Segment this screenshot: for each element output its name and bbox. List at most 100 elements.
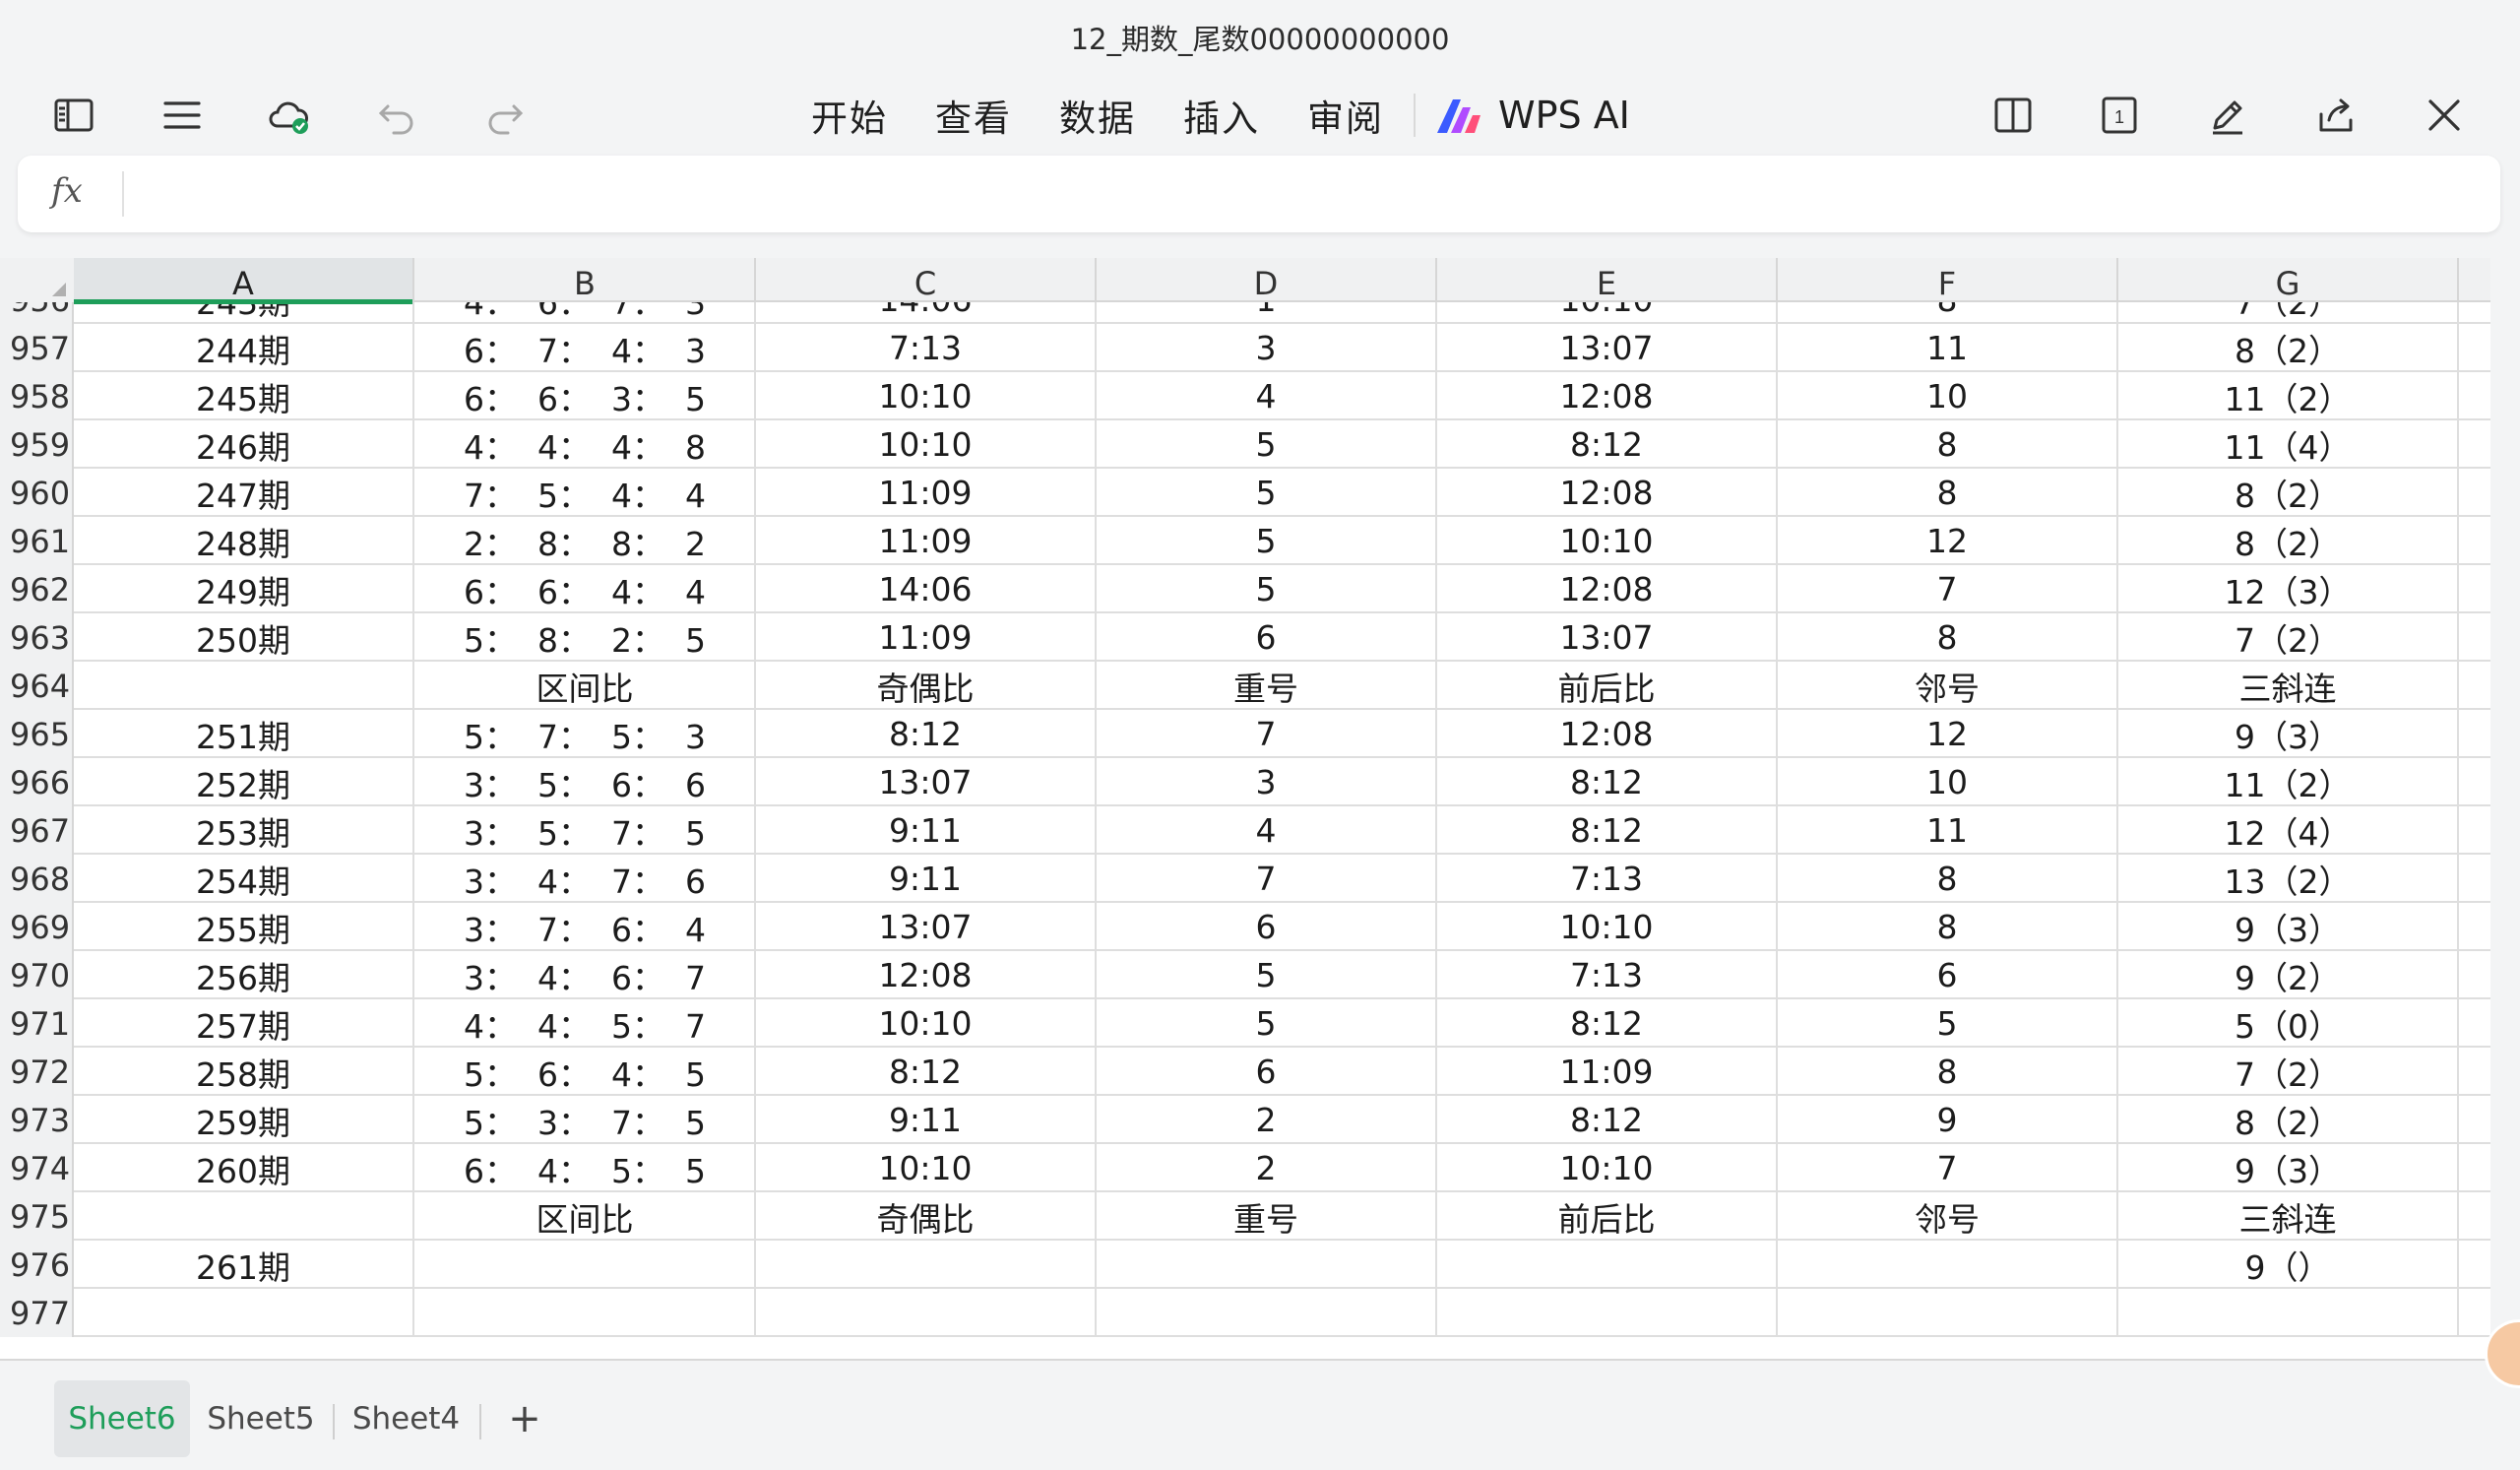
cell-g972[interactable]: 7（2） (2118, 1048, 2459, 1096)
cell-a966[interactable]: 252期 (74, 758, 414, 806)
cell-f957[interactable]: 11 (1778, 324, 2118, 372)
cell-d960[interactable]: 5 (1097, 469, 1437, 517)
cell-g968[interactable]: 13（2） (2118, 855, 2459, 903)
cell-e972[interactable]: 11:09 (1437, 1048, 1778, 1096)
cell-d971[interactable]: 5 (1097, 999, 1437, 1048)
cell-b976[interactable] (415, 1241, 756, 1289)
cell-a967[interactable]: 253期 (74, 806, 414, 855)
row-header[interactable]: 962 (0, 565, 74, 613)
cell-a963[interactable]: 250期 (74, 613, 414, 662)
cell-d977[interactable] (1097, 1289, 1437, 1337)
cell-d958[interactable]: 4 (1097, 372, 1437, 420)
row-header[interactable]: 973 (0, 1096, 74, 1144)
column-header-b[interactable]: B (415, 258, 756, 302)
cell-g964[interactable]: 三斜连 (2118, 662, 2459, 710)
row-header[interactable]: 975 (0, 1192, 74, 1241)
cell-g975[interactable]: 三斜连 (2118, 1192, 2459, 1241)
sheet-tab-sheet6[interactable]: Sheet6 (54, 1380, 190, 1457)
cell-c976[interactable] (756, 1241, 1097, 1289)
cell-c975[interactable]: 奇偶比 (756, 1192, 1097, 1241)
cell-e960[interactable]: 12:08 (1437, 469, 1778, 517)
cell-g977[interactable] (2118, 1289, 2459, 1337)
cell-b968[interactable]: 3： 4： 7： 6 (415, 855, 756, 903)
row-header[interactable]: 961 (0, 517, 74, 565)
cell-b967[interactable]: 3： 5： 7： 5 (415, 806, 756, 855)
cell-d975[interactable]: 重号 (1097, 1192, 1437, 1241)
column-header-g[interactable]: G (2118, 258, 2459, 302)
menu-review[interactable]: 审阅 (1307, 89, 1384, 142)
cell-a970[interactable]: 256期 (74, 951, 414, 999)
cell-e968[interactable]: 7:13 (1437, 855, 1778, 903)
split-view-icon[interactable] (1988, 91, 2038, 140)
select-all-corner[interactable] (0, 258, 74, 302)
cell-b959[interactable]: 4： 4： 4： 8 (415, 420, 756, 469)
cell-e965[interactable]: 12:08 (1437, 710, 1778, 758)
cell-a960[interactable]: 247期 (74, 469, 414, 517)
column-header-e[interactable]: E (1437, 258, 1778, 302)
cell-e966[interactable]: 8:12 (1437, 758, 1778, 806)
cell-a968[interactable]: 254期 (74, 855, 414, 903)
cell-g967[interactable]: 12（4） (2118, 806, 2459, 855)
cell-c974[interactable]: 10:10 (756, 1144, 1097, 1192)
row-header[interactable]: 960 (0, 469, 74, 517)
row-header[interactable]: 965 (0, 710, 74, 758)
cell-e963[interactable]: 13:07 (1437, 613, 1778, 662)
column-header-a[interactable]: A (74, 258, 414, 304)
cell-e975[interactable]: 前后比 (1437, 1192, 1778, 1241)
cell-f969[interactable]: 8 (1778, 903, 2118, 951)
cell-g976[interactable]: 9（） (2118, 1241, 2459, 1289)
cell-b960[interactable]: 7： 5： 4： 4 (415, 469, 756, 517)
column-header-f[interactable]: F (1778, 258, 2118, 302)
cell-g971[interactable]: 5（0） (2118, 999, 2459, 1048)
cell-b966[interactable]: 3： 5： 6： 6 (415, 758, 756, 806)
cell-f968[interactable]: 8 (1778, 855, 2118, 903)
cell-c968[interactable]: 9:11 (756, 855, 1097, 903)
cell-g970[interactable]: 9（2） (2118, 951, 2459, 999)
cell-e976[interactable] (1437, 1241, 1778, 1289)
cell-d957[interactable]: 3 (1097, 324, 1437, 372)
close-icon[interactable] (2420, 91, 2469, 140)
cell-a958[interactable]: 245期 (74, 372, 414, 420)
cell-d959[interactable]: 5 (1097, 420, 1437, 469)
cell-f967[interactable]: 11 (1778, 806, 2118, 855)
cell-a965[interactable]: 251期 (74, 710, 414, 758)
cell-g962[interactable]: 12（3） (2118, 565, 2459, 613)
cell-d961[interactable]: 5 (1097, 517, 1437, 565)
cell-b965[interactable]: 5： 7： 5： 3 (415, 710, 756, 758)
column-header-d[interactable]: D (1097, 258, 1437, 302)
cell-d969[interactable]: 6 (1097, 903, 1437, 951)
cell-e967[interactable]: 8:12 (1437, 806, 1778, 855)
menu-home[interactable]: 开始 (811, 89, 888, 142)
cell-g958[interactable]: 11（2） (2118, 372, 2459, 420)
cell-f965[interactable]: 12 (1778, 710, 2118, 758)
cell-f972[interactable]: 8 (1778, 1048, 2118, 1096)
cell-d962[interactable]: 5 (1097, 565, 1437, 613)
cell-c973[interactable]: 9:11 (756, 1096, 1097, 1144)
cell-b962[interactable]: 6： 6： 4： 4 (415, 565, 756, 613)
cell-g969[interactable]: 9（3） (2118, 903, 2459, 951)
row-header[interactable]: 964 (0, 662, 74, 710)
cell-c971[interactable]: 10:10 (756, 999, 1097, 1048)
cell-c957[interactable]: 7:13 (756, 324, 1097, 372)
cell-e970[interactable]: 7:13 (1437, 951, 1778, 999)
cell-c961[interactable]: 11:09 (756, 517, 1097, 565)
undo-icon[interactable] (372, 91, 421, 140)
cell-f963[interactable]: 8 (1778, 613, 2118, 662)
row-header[interactable]: 966 (0, 758, 74, 806)
cell-e964[interactable]: 前后比 (1437, 662, 1778, 710)
cell-a971[interactable]: 257期 (74, 999, 414, 1048)
cell-f975[interactable]: 邻号 (1778, 1192, 2118, 1241)
cloud-saved-icon[interactable] (264, 91, 313, 140)
cell-d968[interactable]: 7 (1097, 855, 1437, 903)
cell-b977[interactable] (415, 1289, 756, 1337)
cell-b958[interactable]: 6： 6： 3： 5 (415, 372, 756, 420)
menu-icon[interactable] (158, 91, 207, 140)
cell-c977[interactable] (756, 1289, 1097, 1337)
cell-a957[interactable]: 244期 (74, 324, 414, 372)
cell-b964[interactable]: 区间比 (415, 662, 756, 710)
cell-e977[interactable] (1437, 1289, 1778, 1337)
cell-c962[interactable]: 14:06 (756, 565, 1097, 613)
cell-g960[interactable]: 8（2） (2118, 469, 2459, 517)
row-header[interactable]: 967 (0, 806, 74, 855)
cell-c965[interactable]: 8:12 (756, 710, 1097, 758)
